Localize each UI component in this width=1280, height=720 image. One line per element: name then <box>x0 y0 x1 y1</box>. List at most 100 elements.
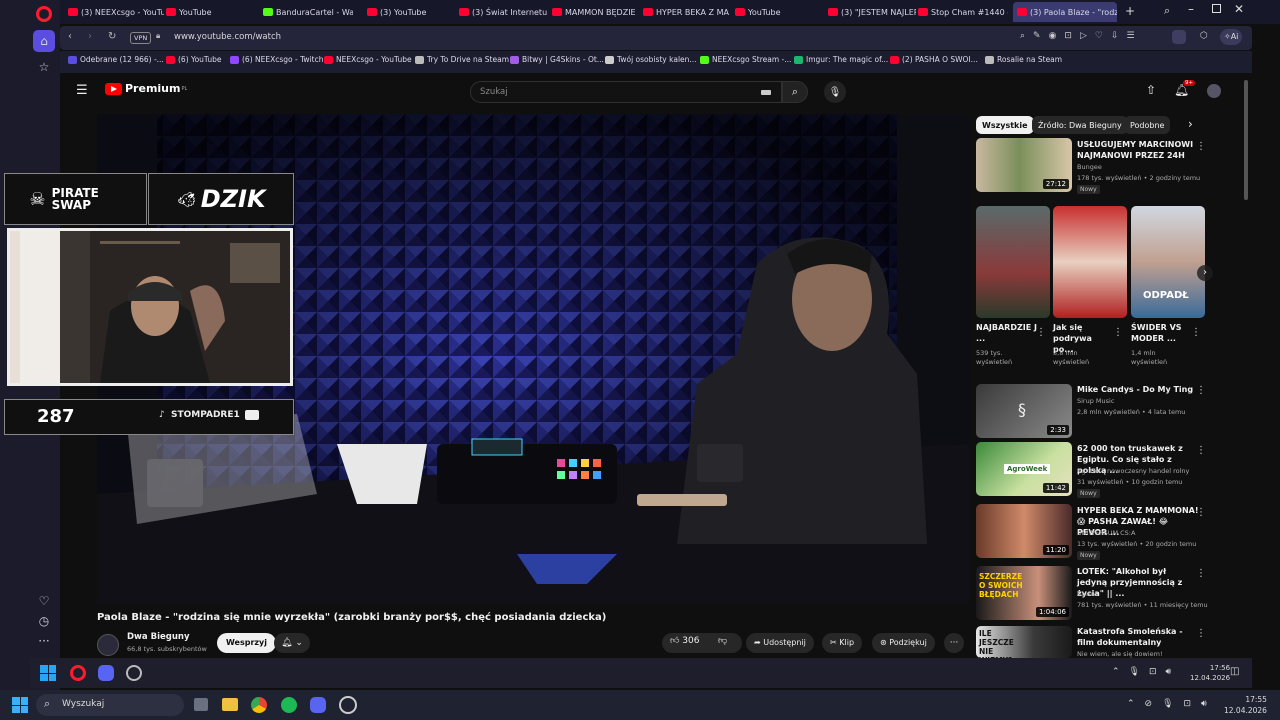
bookmark-5[interactable]: Bitwy | G4Skins - Ot... <box>510 55 604 64</box>
bookmark-8[interactable]: Imgur: The magic of... <box>794 55 888 64</box>
discord-icon[interactable] <box>310 697 326 713</box>
rec-thumbnail-0[interactable]: 27:12 <box>976 138 1072 192</box>
inner-tray-icons[interactable]: ⌃🎙︎⊡🔊︎ <box>1112 667 1180 677</box>
more-icon[interactable]: ··· <box>33 630 55 652</box>
discord-taskbar-icon[interactable] <box>98 665 114 681</box>
history-icon[interactable]: ◷ <box>33 610 55 632</box>
page-scrollbar[interactable] <box>1244 80 1248 200</box>
rec-channel-0[interactable]: Bungee <box>1077 163 1102 172</box>
support-button[interactable]: Wesprzyj <box>217 633 277 653</box>
youtube-logo[interactable]: Premium PL <box>105 82 187 95</box>
rec-menu-5[interactable]: ⋮ <box>1196 629 1206 639</box>
short-thumbnail-1[interactable] <box>1053 206 1127 318</box>
tab-1[interactable]: YouTube <box>166 2 256 22</box>
tab-4[interactable]: (3) Świat Internetu - Y <box>459 2 547 22</box>
share-button[interactable]: ➦ Udostępnij <box>746 633 814 653</box>
reload-icon[interactable]: ↻ <box>108 31 116 42</box>
rec-channel-2[interactable]: Agriteo - nowoczesny handel rolny <box>1077 467 1189 476</box>
obs-taskbar-icon[interactable] <box>126 665 142 681</box>
search-button[interactable]: ⌕ <box>782 81 808 103</box>
task-view-icon[interactable] <box>194 698 208 711</box>
bookmark-2[interactable]: (6) NEEXcsgo - Twitch <box>230 55 323 64</box>
bookmark-9[interactable]: (2) PASHA O SWOI... <box>890 55 978 64</box>
channel-avatar[interactable] <box>97 634 119 656</box>
tab-10-active[interactable]: (3) Paola Blaze - "rodzina <box>1013 2 1117 22</box>
bookmark-1[interactable]: (6) YouTube <box>166 55 222 64</box>
chip-similar[interactable]: Podobne <box>1124 116 1171 134</box>
short-menu-1[interactable]: ⋮ <box>1113 328 1123 338</box>
rec-thumbnail-2[interactable]: AgroWeek 11:42 <box>976 442 1072 496</box>
rec-thumbnail-3[interactable]: 11:20 <box>976 504 1072 558</box>
tab-0[interactable]: (3) NEEXcsgo - YouTu <box>68 2 164 22</box>
rec-channel-5[interactable]: Nie wiem, ale się dowiem! <box>1077 650 1163 658</box>
rec-menu-0[interactable]: ⋮ <box>1196 142 1206 152</box>
short-thumbnail-2[interactable]: ODPADŁ <box>1131 206 1205 318</box>
tab-7[interactable]: YouTube <box>735 2 815 22</box>
short-menu-2[interactable]: ⋮ <box>1191 328 1201 338</box>
bookmark-3[interactable]: NEEXcsgo - YouTube <box>324 55 412 64</box>
hamburger-menu-icon[interactable]: ☰ <box>76 84 88 97</box>
windows-start-icon[interactable] <box>12 697 28 713</box>
shorts-next-icon[interactable]: › <box>1197 265 1213 281</box>
opera-logo-icon[interactable] <box>36 6 52 22</box>
close-window-button[interactable]: ✕ <box>1234 2 1244 16</box>
tab-8[interactable]: (3) "JESTEM NAJLEPS <box>828 2 916 22</box>
keyboard-icon[interactable] <box>761 90 771 95</box>
home-icon[interactable]: ⌂ <box>33 30 55 52</box>
bookmark-10[interactable]: Rosalie na Steam <box>985 55 1062 64</box>
inner-notifications-icon[interactable]: ◫ <box>1230 666 1239 677</box>
rec-thumbnail-5[interactable]: ILE JESZCZE NIE WIEMY? <box>976 626 1072 658</box>
clip-button[interactable]: ✂ Klip <box>822 633 863 653</box>
short-title-2[interactable]: ŚWIDER VS MODER ... <box>1131 322 1193 344</box>
rec-channel-1[interactable]: Sirup Music <box>1077 397 1114 406</box>
tab-5[interactable]: MAMMON BĘDZIE O <box>552 2 638 22</box>
profile-icon[interactable] <box>1172 30 1186 44</box>
chip-all[interactable]: Wszystkie <box>976 116 1034 134</box>
more-actions-button[interactable]: ··· <box>944 633 964 653</box>
extensions-icon[interactable]: ⬡ <box>1200 31 1208 41</box>
rec-menu-2[interactable]: ⋮ <box>1196 446 1206 456</box>
search-input[interactable]: Szukaj <box>470 81 782 103</box>
rec-menu-1[interactable]: ⋮ <box>1196 386 1206 396</box>
windows-start-icon[interactable] <box>40 665 56 681</box>
short-menu-0[interactable]: ⋮ <box>1036 328 1046 338</box>
rec-channel-4[interactable]: balans <box>1077 590 1098 599</box>
like-button[interactable]: 👍︎ 306 <box>670 636 699 646</box>
tab-6[interactable]: HYPER BEKA Z MAM <box>643 2 729 22</box>
search-tabs-icon[interactable]: ⌕ <box>1164 4 1170 18</box>
vpn-badge[interactable]: VPN <box>130 32 152 44</box>
upload-icon[interactable]: ⇧ <box>1146 83 1156 97</box>
bookmark-7[interactable]: NEEXcsgo Stream -... <box>700 55 791 64</box>
address-bar-tools-icon[interactable]: ⌕✎◉⊡▷♡⇩☰ <box>1020 31 1143 41</box>
bookmark-4[interactable]: Try To Drive na Steam <box>415 55 509 64</box>
tab-3[interactable]: (3) YouTube <box>367 2 452 22</box>
pinboard-icon[interactable]: ☆ <box>33 56 55 78</box>
taskbar-search[interactable]: ⌕ Wyszukaj <box>36 694 184 716</box>
chips-next-icon[interactable]: › <box>1188 117 1193 131</box>
bookmark-6[interactable]: Twój osobisty kalen... <box>605 55 697 64</box>
back-icon[interactable]: ‹ <box>68 31 72 42</box>
short-thumbnail-0[interactable] <box>976 206 1050 318</box>
url-field[interactable]: www.youtube.com/watch <box>174 32 281 42</box>
thanks-button[interactable]: ⊛ Podziękuj <box>872 633 935 653</box>
rec-menu-4[interactable]: ⋮ <box>1196 569 1206 579</box>
obs-icon[interactable] <box>339 696 357 714</box>
microphone-icon[interactable]: 🎙︎ <box>824 81 846 103</box>
forward-icon[interactable]: › <box>88 31 92 42</box>
short-title-0[interactable]: NAJBARDZIE J ... <box>976 322 1038 344</box>
opera-taskbar-icon[interactable] <box>70 665 86 681</box>
rec-menu-3[interactable]: ⋮ <box>1196 508 1206 518</box>
chip-source[interactable]: Źródło: Dwa Bieguny <box>1032 116 1128 134</box>
minimize-button[interactable]: – <box>1188 2 1194 16</box>
bookmark-0[interactable]: Odebrane (12 966) -... <box>68 55 164 64</box>
dislike-button[interactable]: 👎︎ <box>718 636 727 646</box>
spotify-icon[interactable] <box>281 697 297 713</box>
lock-icon[interactable]: 🔒︎ <box>156 31 160 41</box>
tab-9[interactable]: Stop Cham #1440 - N <box>918 2 1008 22</box>
system-tray-icons[interactable]: ⌃⊘🎙︎⊡🔊︎ <box>1127 699 1217 709</box>
chrome-icon[interactable] <box>251 697 267 713</box>
aria-ai-button[interactable]: ✧Ai <box>1220 29 1243 45</box>
rec-title-1[interactable]: Mike Candys - Do My Ting <box>1077 384 1197 395</box>
rec-thumbnail-4[interactable]: SZCZERZE O SWOICH BŁĘDACH 1:04:06 <box>976 566 1072 620</box>
rec-thumbnail-1[interactable]: § 2:33 <box>976 384 1072 438</box>
